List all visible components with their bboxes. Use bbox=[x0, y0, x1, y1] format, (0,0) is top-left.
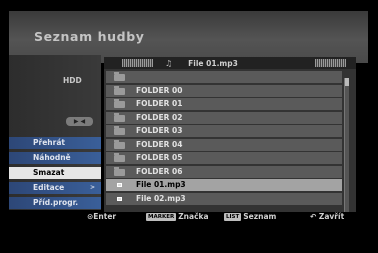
key-guide: ⊙Enter MARKER Značka LIST Seznam ↶ Zavřít bbox=[80, 212, 378, 224]
device-label: HDD bbox=[63, 76, 82, 85]
music-list-screen: Seznam hudby HDD ▶ ◀ Přehrát Náhodně Sma… bbox=[0, 0, 378, 253]
list-item-label: FOLDER 05 bbox=[136, 153, 183, 162]
list-item-selected[interactable]: File 01.mp3 bbox=[106, 179, 342, 191]
marker-key-icon: MARKER bbox=[146, 213, 177, 221]
list-item[interactable]: FOLDER 05 bbox=[106, 152, 342, 164]
folder-icon bbox=[114, 166, 125, 176]
return-icon: ↶ bbox=[310, 212, 317, 221]
music-note-icon: ♫ bbox=[165, 58, 173, 68]
list-item[interactable]: FOLDER 02 bbox=[106, 111, 342, 124]
list-item[interactable]: FOLDER 04 bbox=[106, 138, 342, 151]
scrollbar[interactable] bbox=[344, 78, 349, 212]
menu-item-add-program[interactable]: Příd.progr. bbox=[9, 197, 101, 209]
list-label: Seznam bbox=[243, 212, 277, 221]
menu-item-label: Smazat bbox=[33, 168, 65, 177]
menu-item-random[interactable]: Náhodně bbox=[9, 152, 101, 164]
menu-item-label: Náhodně bbox=[33, 153, 71, 162]
list-hint: LIST Seznam bbox=[224, 212, 276, 221]
menu-item-label: Přehrát bbox=[33, 138, 65, 147]
list-item[interactable]: FOLDER 03 bbox=[106, 125, 342, 137]
list-item-label: FOLDER 03 bbox=[136, 126, 183, 135]
enter-hint: ⊙Enter bbox=[87, 212, 116, 221]
level-meter-right bbox=[315, 59, 346, 67]
close-label: Zavřít bbox=[318, 212, 345, 221]
enter-label: Enter bbox=[93, 212, 117, 221]
level-meter-left bbox=[122, 59, 153, 67]
list-item-label: FOLDER 02 bbox=[136, 112, 183, 122]
list-item[interactable]: FOLDER 01 bbox=[106, 98, 342, 110]
music-file-icon bbox=[117, 183, 122, 187]
menu-item-delete[interactable]: Smazat bbox=[9, 167, 101, 179]
menu-item-edit[interactable]: Editace > bbox=[9, 182, 101, 194]
list-item-label: FOLDER 00 bbox=[136, 85, 183, 95]
options-menu: Přehrát Náhodně Smazat Editace > Příd.pr… bbox=[9, 137, 101, 212]
list-item-label: File 02.mp3 bbox=[136, 193, 186, 203]
folder-icon bbox=[114, 112, 125, 122]
menu-item-label: Editace bbox=[33, 183, 65, 192]
list-key-icon: LIST bbox=[224, 213, 242, 221]
folder-icon bbox=[114, 139, 125, 149]
current-file-name: File 01.mp3 bbox=[188, 58, 238, 68]
now-playing-bar: ♫ File 01.mp3 bbox=[104, 57, 356, 69]
close-hint: ↶ Zavřít bbox=[310, 212, 344, 221]
hdd-record-icon: ▶ ◀ bbox=[66, 117, 93, 126]
marker-label: Značka bbox=[178, 212, 209, 221]
marker-hint: MARKER Značka bbox=[146, 212, 209, 221]
folder-icon bbox=[114, 85, 125, 95]
list-item-label: FOLDER 04 bbox=[136, 139, 183, 149]
list-item-label: FOLDER 06 bbox=[136, 166, 183, 176]
music-file-icon bbox=[117, 196, 122, 201]
menu-item-label: Příd.progr. bbox=[33, 198, 79, 207]
file-list: FOLDER 00 FOLDER 01 FOLDER 02 FOLDER 03 … bbox=[106, 71, 342, 206]
list-item-label: File 01.mp3 bbox=[136, 180, 186, 189]
menu-item-play[interactable]: Přehrát bbox=[9, 137, 101, 149]
chevron-right-icon: > bbox=[89, 184, 95, 191]
scrollbar-thumb[interactable] bbox=[345, 78, 349, 86]
parent-folder-icon bbox=[114, 72, 125, 81]
list-item[interactable]: FOLDER 06 bbox=[106, 165, 342, 178]
folder-icon bbox=[114, 153, 125, 162]
list-item[interactable]: FOLDER 00 bbox=[106, 84, 342, 97]
list-item-label: FOLDER 01 bbox=[136, 99, 183, 108]
page-title: Seznam hudby bbox=[34, 29, 145, 44]
list-item-parent-folder[interactable] bbox=[106, 71, 342, 83]
folder-icon bbox=[114, 126, 125, 135]
list-item[interactable]: File 02.mp3 bbox=[106, 192, 342, 205]
folder-icon bbox=[114, 99, 125, 108]
